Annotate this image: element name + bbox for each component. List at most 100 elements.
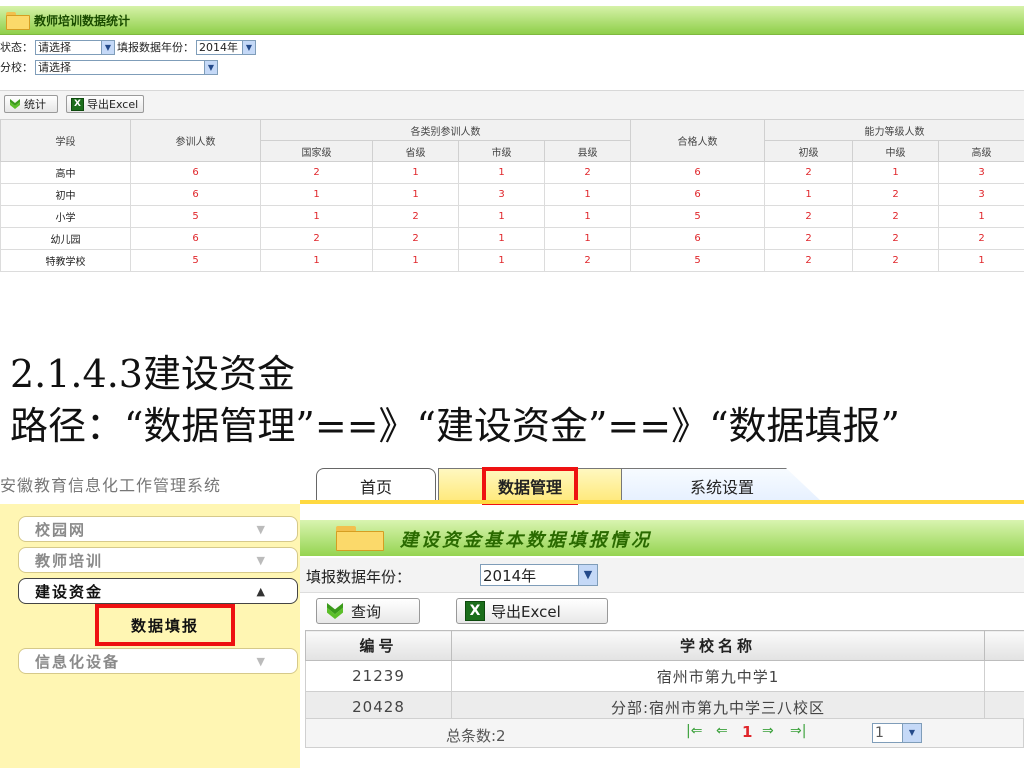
cell-count: 1 xyxy=(458,227,545,250)
main-page-title: 建设资金基本数据填报情况 xyxy=(400,530,652,551)
cell-count: 1 xyxy=(544,183,631,206)
sidebar-item-teacher-training[interactable]: 教师培训 ▼ xyxy=(18,547,298,573)
tab-settings-label: 系统设置 xyxy=(689,477,754,497)
cell-extra xyxy=(984,660,1024,692)
tab-home[interactable]: 首页 xyxy=(316,468,436,502)
tab-data-management[interactable]: 数据管理 xyxy=(438,466,622,505)
section-heading: 2.1.4.3建设资金 xyxy=(10,352,295,396)
col-qualified: 合格人数 xyxy=(630,119,765,162)
chevron-up-icon: ▲ xyxy=(256,584,267,598)
cell-count: 2 xyxy=(764,249,853,272)
page-select[interactable]: 1 ▼ xyxy=(872,723,922,743)
cell-count: 2 xyxy=(764,161,853,184)
excel-icon: X xyxy=(465,601,485,621)
cell-stage: 特教学校 xyxy=(0,249,131,272)
cell-count: 3 xyxy=(938,183,1024,206)
current-page[interactable]: 1 xyxy=(742,723,752,741)
sidebar-subitem-label: 数据填报 xyxy=(130,616,199,635)
top-filter-panel: 状态： 请选择 ▼ 填报数据年份： 2014年 ▼ 分校： 请选择 ▼ xyxy=(0,36,1024,88)
cell-id: 21239 xyxy=(305,660,452,692)
year-select[interactable]: 2014年 ▼ xyxy=(480,564,598,586)
cell-count: 6 xyxy=(130,227,261,250)
top-page-title: 教师培训数据统计 xyxy=(34,14,131,28)
col-province: 省级 xyxy=(372,140,459,162)
chevron-down-icon: ▼ xyxy=(256,654,267,668)
chevron-down-icon: ▼ xyxy=(242,40,255,54)
cell-count: 2 xyxy=(852,249,939,272)
col-ability: 能力等级人数 xyxy=(764,119,1024,141)
cell-count: 1 xyxy=(260,205,373,228)
next-page-icon[interactable]: ⇒ xyxy=(762,723,774,739)
excel-icon: X xyxy=(71,97,84,111)
cell-stage: 高中 xyxy=(0,161,131,184)
cell-count: 6 xyxy=(630,227,765,250)
cell-count: 5 xyxy=(630,205,765,228)
cell-count: 1 xyxy=(544,205,631,228)
sidebar-item-label: 信息化设备 xyxy=(35,652,121,671)
prev-page-icon[interactable]: ⇐ xyxy=(716,723,728,739)
cell-count: 2 xyxy=(852,205,939,228)
cell-count: 6 xyxy=(130,161,261,184)
down-arrows-icon xyxy=(10,99,20,109)
sidebar-item-it-equipment[interactable]: 信息化设备 ▼ xyxy=(18,648,298,674)
status-select[interactable]: 请选择 ▼ xyxy=(35,39,115,55)
sidebar-item-construction-funds[interactable]: 建设资金 ▲ xyxy=(18,578,298,604)
cell-count: 2 xyxy=(372,205,459,228)
last-page-icon[interactable]: ⇒| xyxy=(790,723,806,739)
col-stage: 学段 xyxy=(0,119,131,162)
tab-system-settings[interactable]: 系统设置 xyxy=(622,468,822,502)
year-label: 填报数据年份： xyxy=(117,41,194,54)
cell-count: 1 xyxy=(260,249,373,272)
table-row: 幼儿园 6 2 2 1 1 6 2 2 2 xyxy=(0,227,1024,250)
sidebar-item-label: 校园网 xyxy=(35,520,87,539)
table-row: 高中 6 2 1 1 2 6 2 1 3 xyxy=(0,161,1024,184)
branch-select[interactable]: 请选择 ▼ xyxy=(35,59,218,75)
branch-select-value: 请选择 xyxy=(38,61,71,74)
cell-school-name[interactable]: 宿州市第九中学1 xyxy=(451,660,985,692)
cell-count: 1 xyxy=(458,161,545,184)
chevron-down-icon: ▼ xyxy=(204,60,217,74)
query-button[interactable]: 查询 xyxy=(316,598,420,624)
cell-count: 1 xyxy=(372,249,459,272)
sidebar-item-label: 建设资金 xyxy=(35,582,104,601)
export-excel-button[interactable]: X 导出Excel xyxy=(456,598,608,624)
chevron-down-icon: ▼ xyxy=(256,553,267,567)
sidebar-item-campus[interactable]: 校园网 ▼ xyxy=(18,516,298,542)
col-city: 市级 xyxy=(458,140,545,162)
cell-count: 5 xyxy=(630,249,765,272)
cell-count: 1 xyxy=(458,249,545,272)
year-select-value: 2014年 xyxy=(199,41,238,54)
cell-count: 2 xyxy=(260,227,373,250)
year-filter-bar: 填报数据年份： 2014年 ▼ xyxy=(300,558,1024,593)
cell-count: 3 xyxy=(938,161,1024,184)
export-excel-button[interactable]: X 导出Excel xyxy=(66,95,144,113)
chevron-down-icon: ▼ xyxy=(101,40,114,54)
first-page-icon[interactable]: |⇐ xyxy=(686,723,702,739)
export-button-label: 导出Excel xyxy=(87,98,139,111)
stats-button[interactable]: 统计 xyxy=(4,95,58,113)
cell-count: 1 xyxy=(938,249,1024,272)
cell-stage: 小学 xyxy=(0,205,131,228)
cell-count: 1 xyxy=(764,183,853,206)
branch-label: 分校： xyxy=(0,61,33,74)
cell-count: 2 xyxy=(544,161,631,184)
total-count: 总条数:2 xyxy=(446,727,506,745)
status-select-value: 请选择 xyxy=(38,41,71,54)
down-arrows-icon xyxy=(327,603,343,619)
cell-count: 6 xyxy=(630,183,765,206)
cell-count: 2 xyxy=(260,161,373,184)
table-row: 小学 5 1 2 1 1 5 2 2 1 xyxy=(0,205,1024,228)
cell-count: 1 xyxy=(458,205,545,228)
table-row[interactable]: 21239 宿州市第九中学1 xyxy=(305,660,1024,692)
page-select-value: 1 xyxy=(875,725,884,741)
tab-home-label: 首页 xyxy=(359,477,392,497)
cell-stage: 幼儿园 xyxy=(0,227,131,250)
chevron-down-icon: ▼ xyxy=(256,522,267,536)
cell-count: 3 xyxy=(458,183,545,206)
tab-underline xyxy=(300,500,1024,504)
main-toolbar: 查询 X 导出Excel xyxy=(300,594,1024,630)
cell-count: 2 xyxy=(938,227,1024,250)
sidebar-subitem-data-fill[interactable]: 数据填报 xyxy=(95,604,235,646)
stats-button-label: 统计 xyxy=(24,98,46,111)
year-select[interactable]: 2014年 ▼ xyxy=(196,39,256,55)
